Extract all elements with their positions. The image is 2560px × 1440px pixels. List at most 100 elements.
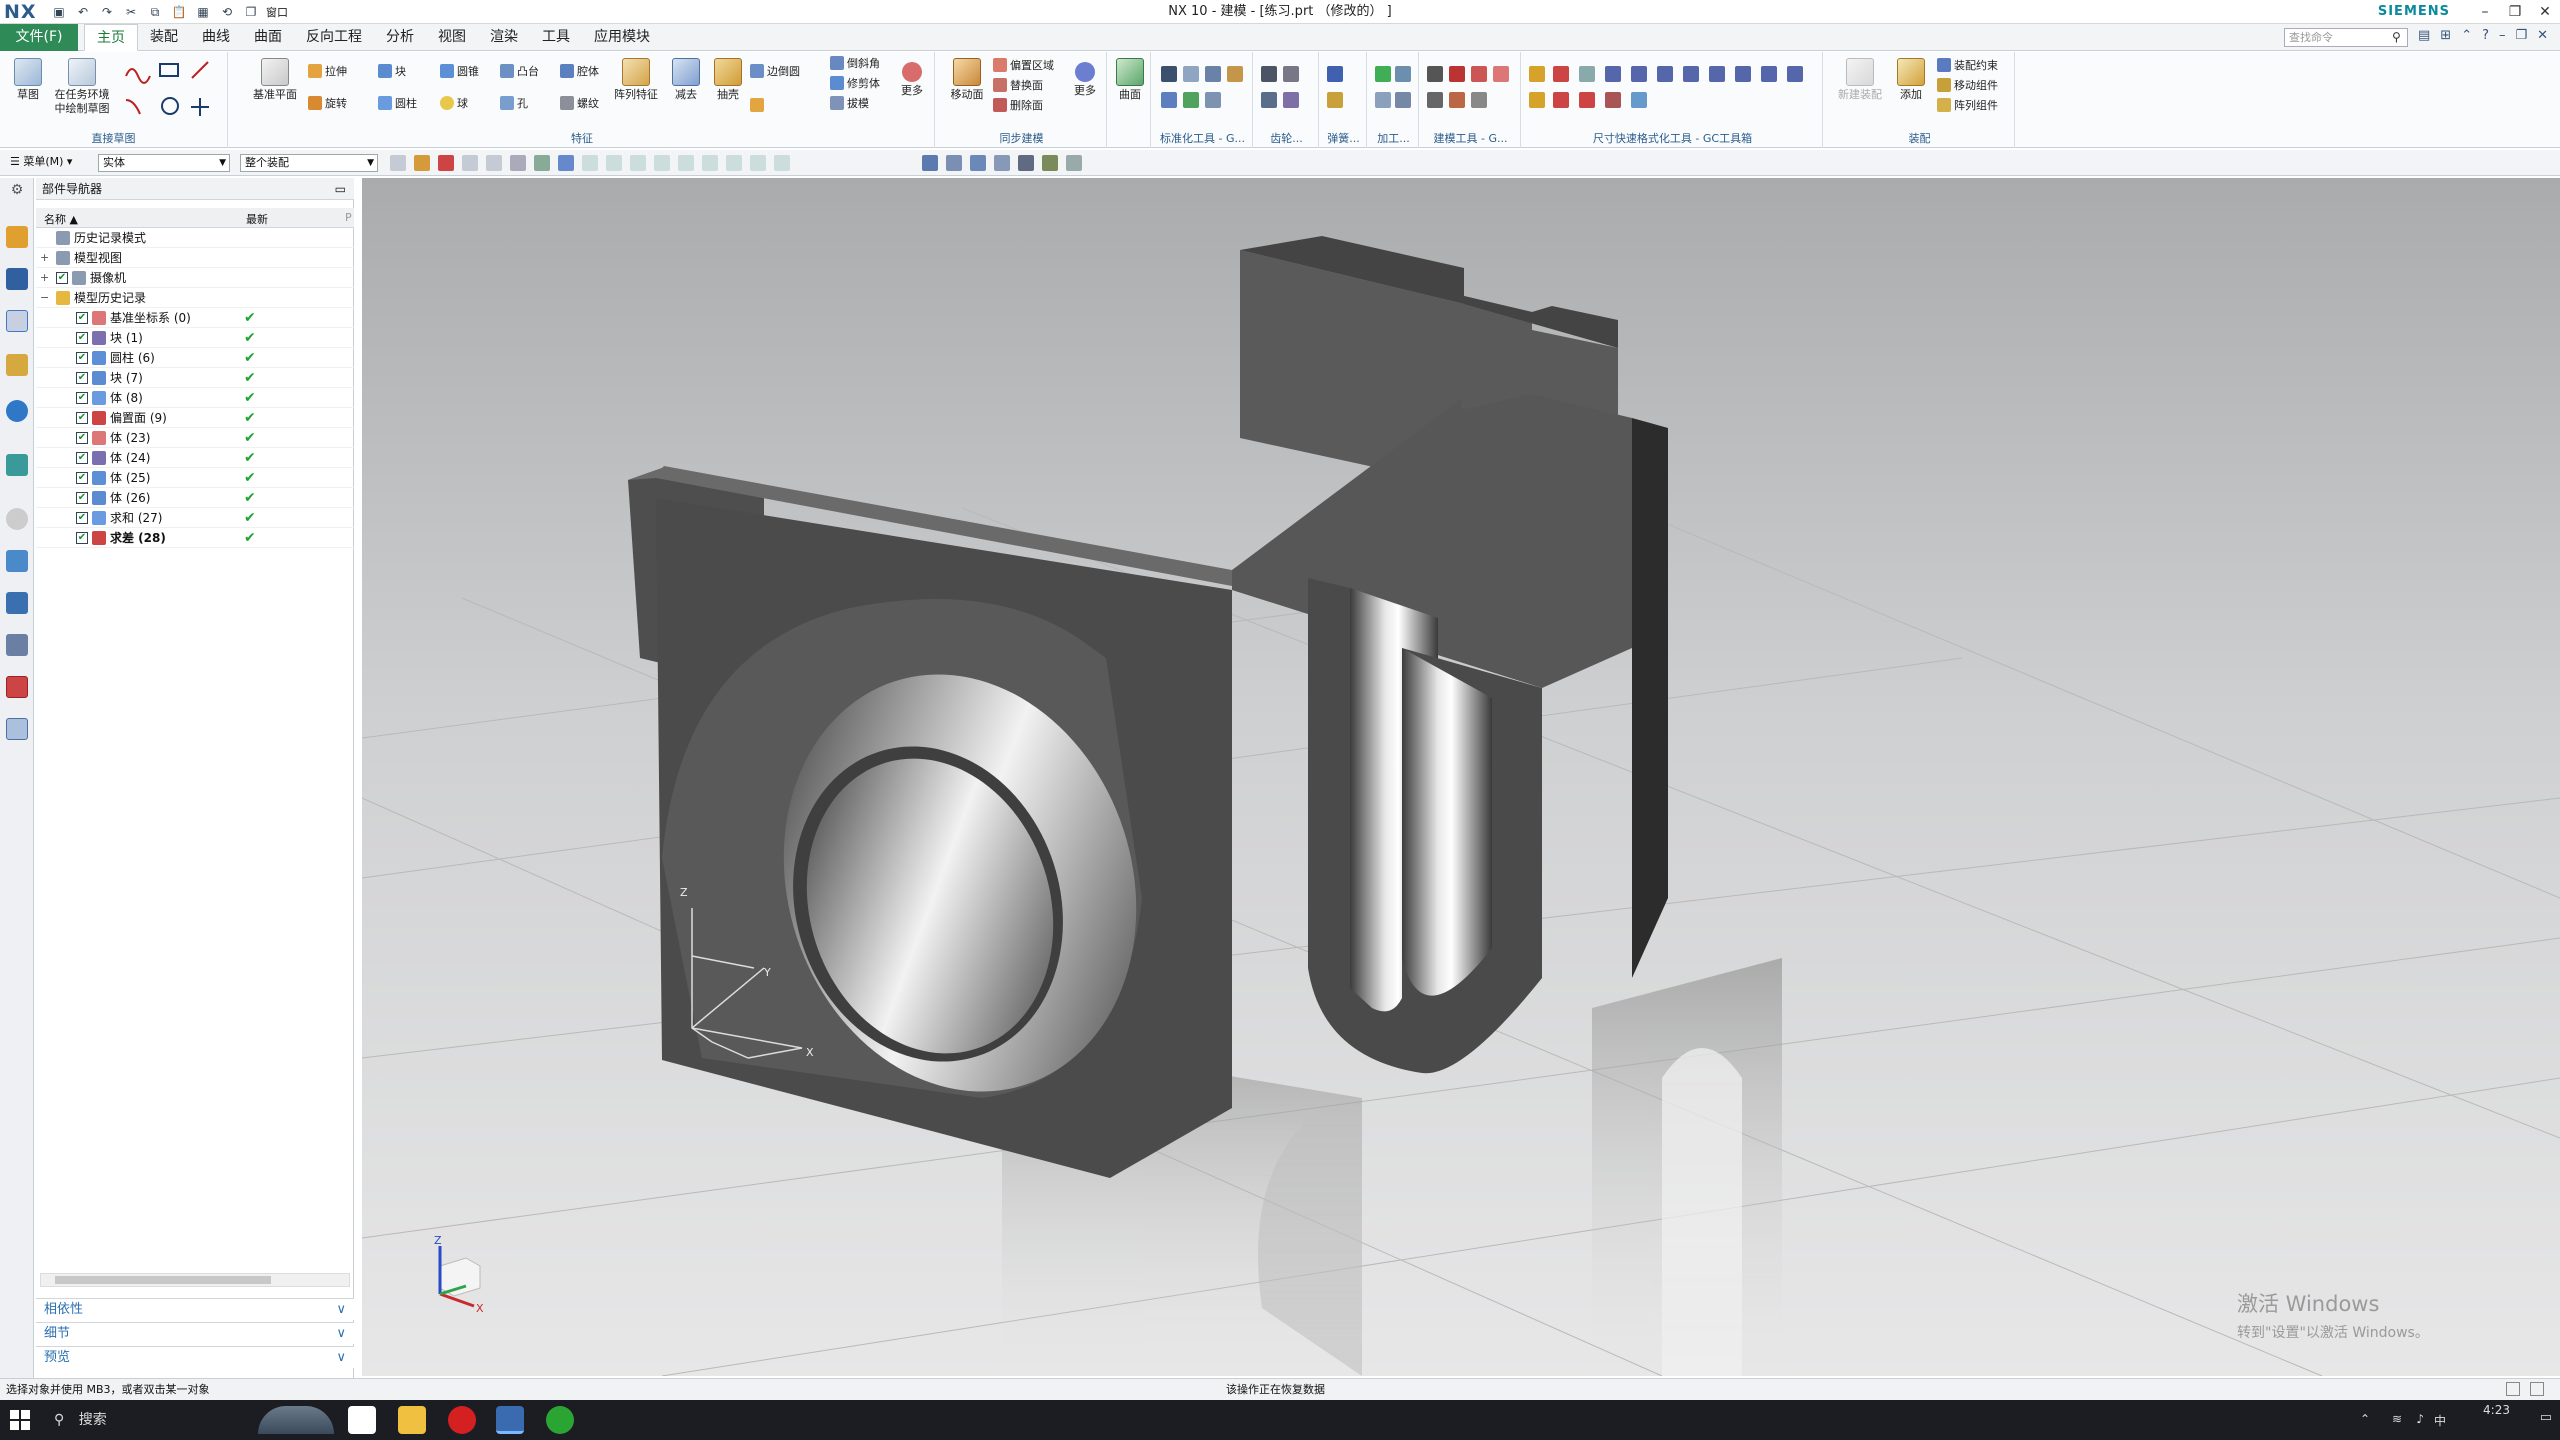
- spring-tool-icon[interactable]: [1327, 92, 1343, 108]
- dimension-tool-icon[interactable]: [1631, 92, 1647, 108]
- move-face-button[interactable]: 移动面: [945, 58, 989, 102]
- draft-button[interactable]: 拔模: [830, 96, 869, 112]
- zoom-icon[interactable]: [946, 155, 962, 171]
- tree-node[interactable]: ✔ 求差 (28) ✔: [36, 528, 354, 548]
- collapse-ribbon-icon[interactable]: ⌃: [2461, 28, 2472, 43]
- tree-node[interactable]: ✔ 体 (25) ✔: [36, 468, 354, 488]
- expand-toggle-icon[interactable]: +: [40, 248, 49, 268]
- orient-view-icon[interactable]: [994, 155, 1010, 171]
- window-menu[interactable]: 窗口: [266, 4, 288, 20]
- trim-body-button[interactable]: 修剪体: [830, 76, 880, 92]
- snap-icon[interactable]: [654, 155, 670, 171]
- show-hide-icon[interactable]: [1066, 155, 1082, 171]
- dimension-tool-icon[interactable]: [1529, 92, 1545, 108]
- wifi-icon[interactable]: ≋: [2392, 1412, 2402, 1426]
- visibility-checkbox[interactable]: ✔: [76, 412, 88, 424]
- chamfer-button[interactable]: 倒斜角: [830, 56, 880, 72]
- panel-details[interactable]: 细节 ∨: [36, 1322, 354, 1344]
- reuse-library-icon[interactable]: [6, 354, 28, 376]
- tab-view[interactable]: 视图: [426, 24, 478, 51]
- panel-dependencies[interactable]: 相依性 ∨: [36, 1298, 354, 1320]
- boss-button[interactable]: 凸台: [500, 64, 539, 80]
- media-app-icon[interactable]: [448, 1406, 476, 1434]
- tool-icon[interactable]: [1183, 66, 1199, 82]
- minimize-button[interactable]: –: [2470, 0, 2500, 24]
- assembly-navigator-icon[interactable]: [6, 226, 28, 248]
- snap-icon[interactable]: [510, 155, 526, 171]
- search-icon[interactable]: ⚲: [2392, 30, 2401, 44]
- roles-icon[interactable]: [6, 634, 28, 656]
- tree-node[interactable]: 历史记录模式: [36, 228, 354, 248]
- type-filter-select[interactable]: 实体 ▼: [98, 154, 230, 172]
- tree-node[interactable]: ✔ 块 (1) ✔: [36, 328, 354, 348]
- doc-minimize-button[interactable]: –: [2499, 28, 2506, 43]
- horizontal-scrollbar[interactable]: [40, 1273, 350, 1287]
- visibility-checkbox[interactable]: ✔: [56, 272, 68, 284]
- tool-icon[interactable]: [1227, 66, 1243, 82]
- tab-assembly[interactable]: 装配: [138, 24, 190, 51]
- tree-node[interactable]: ✔ 块 (7) ✔: [36, 368, 354, 388]
- system-scenes-icon[interactable]: [6, 676, 28, 698]
- full-screen-icon[interactable]: [2506, 1382, 2520, 1396]
- modeling-tool-icon[interactable]: [1427, 66, 1443, 82]
- shell-button[interactable]: 抽壳: [708, 58, 748, 102]
- process-studio-icon[interactable]: [6, 550, 28, 572]
- tree-node[interactable]: ✔ 体 (24) ✔: [36, 448, 354, 468]
- datum-plane-button[interactable]: 基准平面: [250, 58, 300, 102]
- visibility-checkbox[interactable]: ✔: [76, 352, 88, 364]
- hole-button[interactable]: 孔: [500, 96, 528, 112]
- move-component-button[interactable]: 移动组件: [1937, 78, 1998, 94]
- selection-scope-select[interactable]: 整个装配 ▼: [240, 154, 378, 172]
- pattern-feature-button[interactable]: 阵列特征: [610, 58, 662, 102]
- menu-button[interactable]: ☰ 菜单(M) ▾: [6, 154, 84, 172]
- block-button[interactable]: 块: [378, 64, 406, 80]
- dimension-tool-icon[interactable]: [1605, 92, 1621, 108]
- snap-icon[interactable]: [630, 155, 646, 171]
- tool-icon[interactable]: [1161, 66, 1177, 82]
- group-label-dimension-tools[interactable]: 尺寸快速格式化工具 - GC工具箱: [1523, 130, 1822, 146]
- snap-icon[interactable]: [534, 155, 550, 171]
- dimension-tool-icon[interactable]: [1657, 66, 1673, 82]
- window-menu-icon[interactable]: ❐: [242, 3, 260, 21]
- gear-tool-icon[interactable]: [1283, 66, 1299, 82]
- part-navigator-icon[interactable]: [6, 310, 28, 332]
- sketch-curve-tools[interactable]: [120, 58, 230, 122]
- modeling-tool-icon[interactable]: [1427, 92, 1443, 108]
- ime-indicator[interactable]: 中: [2434, 1412, 2446, 1429]
- group-label-modeling-tools[interactable]: 建模工具 - G...: [1421, 130, 1520, 146]
- graphics-viewport[interactable]: Z Y X Z X 激活 Windows 转到"设置"以激活 Windows。: [362, 178, 2560, 1376]
- snap-icon[interactable]: [726, 155, 742, 171]
- window-layout-icon[interactable]: ⊞: [2440, 28, 2451, 43]
- machining-tool-icon[interactable]: [1395, 92, 1411, 108]
- manufacturing-wizard-icon[interactable]: [6, 592, 28, 614]
- settings-gear-icon[interactable]: ⚙: [6, 182, 28, 204]
- tree-node[interactable]: ✔ 体 (26) ✔: [36, 488, 354, 508]
- tree-node[interactable]: ✔ 偏置面 (9) ✔: [36, 408, 354, 428]
- gear-tool-icon[interactable]: [1261, 92, 1277, 108]
- visibility-checkbox[interactable]: ✔: [76, 432, 88, 444]
- search-highlight-image[interactable]: [258, 1406, 334, 1434]
- palette-icon[interactable]: [6, 718, 28, 740]
- maximize-panel-icon[interactable]: ▭: [335, 178, 346, 200]
- dimension-tool-icon[interactable]: [1683, 66, 1699, 82]
- notepad-app-icon[interactable]: [348, 1406, 376, 1434]
- group-label-spring[interactable]: 弹簧...: [1321, 130, 1366, 146]
- modeling-tool-icon[interactable]: [1493, 66, 1509, 82]
- dimension-tool-icon[interactable]: [1553, 66, 1569, 82]
- tray-chevron-icon[interactable]: ⌃: [2360, 1412, 2370, 1426]
- visibility-checkbox[interactable]: ✔: [76, 392, 88, 404]
- modeling-tool-icon[interactable]: [1449, 92, 1465, 108]
- save-icon[interactable]: ▣: [50, 3, 68, 21]
- tool-icon[interactable]: [1205, 92, 1221, 108]
- layer-icon[interactable]: [1042, 155, 1058, 171]
- dimension-tool-icon[interactable]: [1631, 66, 1647, 82]
- tab-reverse-engineering[interactable]: 反向工程: [294, 24, 374, 51]
- gear-tool-icon[interactable]: [1283, 92, 1299, 108]
- group-label-gear[interactable]: 齿轮...: [1255, 130, 1318, 146]
- group-label-standard-tools[interactable]: 标准化工具 - G...: [1153, 130, 1252, 146]
- machining-tool-icon[interactable]: [1395, 66, 1411, 82]
- tree-node[interactable]: + 模型视图: [36, 248, 354, 268]
- constraint-navigator-icon[interactable]: [6, 268, 28, 290]
- cavity-button[interactable]: 腔体: [560, 64, 599, 80]
- volume-icon[interactable]: ♪: [2416, 1412, 2424, 1426]
